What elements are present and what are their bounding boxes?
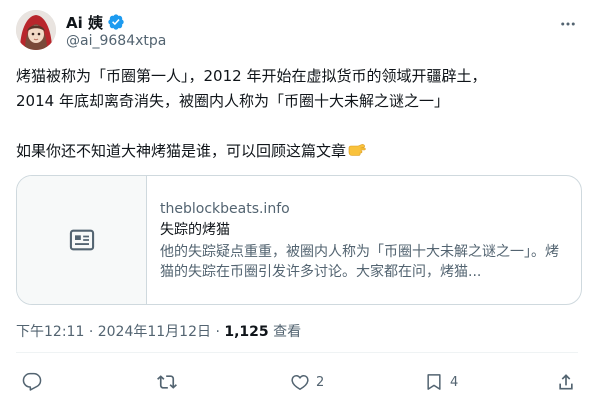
views-label: 查看 [273, 324, 302, 340]
meta-separator: · [215, 324, 220, 340]
bookmark-icon [427, 374, 441, 390]
action-bar: 2 4 [16, 360, 578, 404]
verified-badge-icon [107, 13, 125, 31]
tweet-line-with-emoji: 如果你还不知道大神烤猫是谁，可以回顾这篇文章 [16, 139, 578, 164]
tweet-date[interactable]: 2024年11月12日 [98, 324, 211, 340]
tweet-line: 2014 年底却离奇消失，被圈内人称为「币圈十大未解之谜之一」 [16, 92, 449, 110]
card-thumbnail [17, 176, 147, 304]
tweet-metadata: 下午12:11 · 2024年11月12日 · 1,125 查看 [16, 321, 301, 341]
divider [16, 352, 578, 353]
share-button[interactable] [556, 372, 576, 392]
user-handle[interactable]: @ai_9684xtpa [66, 33, 166, 49]
like-count: 2 [316, 374, 325, 390]
article-icon [69, 229, 94, 251]
tweet-header: Ai 姨 @ai_9684xtpa [16, 10, 578, 56]
more-options-icon[interactable] [558, 14, 578, 34]
bookmark-count: 4 [450, 374, 459, 390]
link-preview-card[interactable]: theblockbeats.info 失踪的烤猫 他的失踪疑点重重，被圈内人称为… [16, 175, 582, 305]
tweet-line: 烤猫被称为「币圈第一人」，2012 年开始在虚拟货币的领域开疆辟土， [16, 67, 487, 85]
bookmark-button[interactable]: 4 [424, 372, 458, 392]
tweet-text: 烤猫被称为「币圈第一人」，2012 年开始在虚拟货币的领域开疆辟土， 2014 … [16, 64, 578, 164]
tweet-line: 如果你还不知道大神烤猫是谁，可以回顾这篇文章 [16, 142, 347, 160]
avatar-image [16, 10, 56, 50]
retweet-icon [157, 375, 177, 389]
reply-button[interactable] [22, 372, 48, 392]
card-domain: theblockbeats.info [160, 201, 290, 217]
card-title: 失踪的烤猫 [160, 222, 230, 238]
reply-icon [22, 372, 42, 391]
retweet-button[interactable] [157, 372, 183, 392]
card-description: 他的失踪疑点重重，被圈内人称为「币圈十大未解之谜之一」。烤猫的失踪在币圈引发许多… [160, 244, 559, 280]
heart-icon [291, 374, 309, 390]
meta-separator: · [88, 324, 94, 340]
views-count: 1,125 [224, 324, 269, 340]
display-name[interactable]: Ai 姨 [66, 12, 103, 33]
share-icon [559, 374, 573, 390]
like-button[interactable]: 2 [290, 372, 324, 392]
pointing-right-hand-icon [348, 140, 366, 156]
tweet-time[interactable]: 下午12:11 [16, 324, 84, 340]
avatar[interactable] [16, 10, 56, 50]
